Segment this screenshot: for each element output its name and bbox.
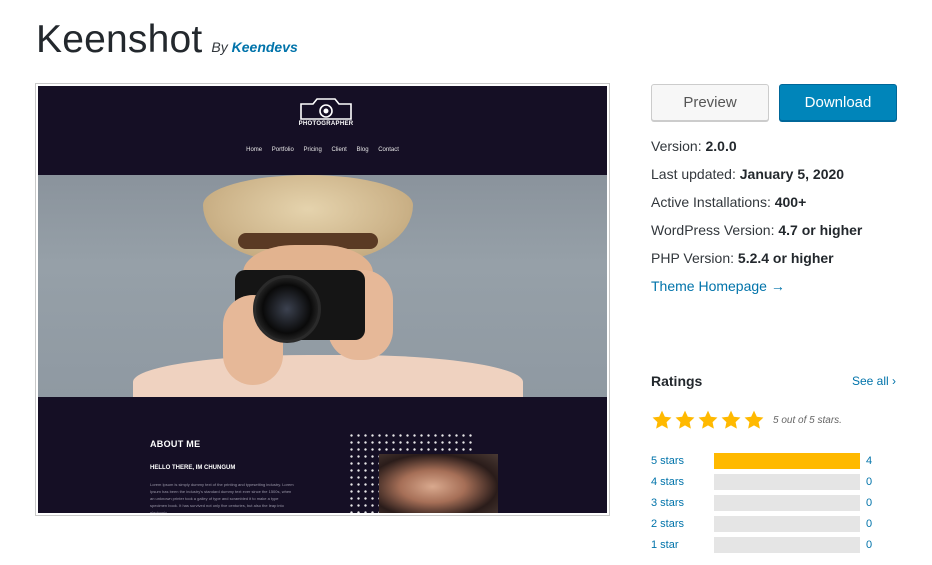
star-rating: 5 out of 5 stars. bbox=[651, 409, 842, 431]
site-nav-item: Portfolio bbox=[271, 147, 294, 153]
site-nav-item: Pricing bbox=[303, 147, 322, 153]
star-filled-icon bbox=[720, 409, 742, 431]
site-nav: Home Portfolio Pricing Client Blog Conta… bbox=[38, 147, 607, 153]
meta-label: Last updated: bbox=[651, 166, 736, 182]
rating-count: 0 bbox=[866, 475, 873, 488]
stars-caption: 5 out of 5 stars. bbox=[773, 414, 842, 426]
star-filled-icon bbox=[697, 409, 719, 431]
about-text: Lorem Ipsum is simply dummy text of the … bbox=[150, 482, 294, 513]
rating-row: 4 stars 0 bbox=[651, 471, 896, 492]
site-nav-item: Blog bbox=[356, 147, 369, 153]
hero-shirt bbox=[133, 355, 523, 397]
rating-bar-fill bbox=[714, 452, 860, 469]
ratings-header: Ratings See all › bbox=[651, 373, 896, 389]
rating-bar bbox=[714, 494, 860, 511]
download-button[interactable]: Download bbox=[779, 84, 897, 121]
hero-camera-lens bbox=[253, 275, 321, 343]
theme-header: Keenshot By Keendevs bbox=[36, 18, 298, 62]
rating-bar bbox=[714, 515, 860, 532]
rating-filter-link[interactable]: 3 stars bbox=[651, 497, 714, 509]
rating-bar bbox=[714, 473, 860, 490]
site-nav-item: Client bbox=[331, 147, 347, 153]
about-title: ABOUT ME bbox=[150, 439, 201, 449]
rating-row: 1 star 0 bbox=[651, 534, 896, 555]
byline-prefix: By bbox=[211, 39, 228, 55]
about-portrait bbox=[379, 454, 498, 513]
rating-count: 0 bbox=[866, 496, 873, 509]
see-all-link[interactable]: See all › bbox=[852, 374, 896, 388]
rating-row: 3 stars 0 bbox=[651, 492, 896, 513]
screenshot-image: PHOTOGRAPHER Home Portfolio Pricing Clie… bbox=[38, 86, 607, 513]
theme-screenshot[interactable]: PHOTOGRAPHER Home Portfolio Pricing Clie… bbox=[35, 83, 610, 516]
star-filled-icon bbox=[651, 409, 673, 431]
logo-text: PHOTOGRAPHER bbox=[298, 121, 354, 127]
hero-photo bbox=[38, 175, 607, 397]
chevron-right-icon: › bbox=[892, 374, 896, 388]
meta-value: 5.2.4 or higher bbox=[737, 250, 834, 266]
meta-last-updated: Last updated: January 5, 2020 bbox=[651, 164, 862, 192]
rating-filter-link[interactable]: 5 stars bbox=[651, 455, 714, 467]
rating-bar bbox=[714, 536, 860, 553]
theme-meta: Version: 2.0.0 Last updated: January 5, … bbox=[651, 136, 862, 304]
meta-value: January 5, 2020 bbox=[739, 166, 845, 182]
meta-homepage: Theme Homepage → bbox=[651, 276, 862, 304]
meta-label: Active Installations: bbox=[651, 194, 771, 210]
site-nav-item: Contact bbox=[378, 147, 399, 153]
theme-title: Keenshot bbox=[36, 18, 203, 61]
byline: By Keendevs bbox=[211, 39, 297, 55]
rating-row: 2 stars 0 bbox=[651, 513, 896, 534]
ratings-breakdown: 5 stars 4 4 stars 0 3 stars 0 2 stars 0 … bbox=[651, 450, 896, 555]
preview-button[interactable]: Preview bbox=[651, 84, 769, 121]
meta-label: Version: bbox=[651, 138, 702, 154]
about-subtitle: HELLO THERE, IM CHUNGUM bbox=[150, 465, 236, 471]
author-link[interactable]: Keendevs bbox=[232, 39, 298, 55]
see-all-label: See all bbox=[851, 374, 889, 388]
meta-value: 2.0.0 bbox=[705, 138, 737, 154]
rating-filter-link[interactable]: 2 stars bbox=[651, 518, 714, 530]
rating-count: 4 bbox=[866, 454, 873, 467]
meta-php-version: PHP Version: 5.2.4 or higher bbox=[651, 248, 862, 276]
meta-version: Version: 2.0.0 bbox=[651, 136, 862, 164]
meta-label: PHP Version: bbox=[651, 250, 735, 266]
meta-value: 4.7 or higher bbox=[778, 222, 863, 238]
theme-actions: Preview Download bbox=[651, 84, 897, 121]
site-header: PHOTOGRAPHER Home Portfolio Pricing Clie… bbox=[38, 86, 607, 175]
camera-logo-icon bbox=[300, 98, 352, 120]
meta-active-installs: Active Installations: 400+ bbox=[651, 192, 862, 220]
rating-filter-link[interactable]: 1 star bbox=[651, 539, 714, 551]
rating-filter-link[interactable]: 4 stars bbox=[651, 476, 714, 488]
site-logo: PHOTOGRAPHER bbox=[296, 98, 356, 127]
rating-count: 0 bbox=[866, 538, 873, 551]
ratings-title: Ratings bbox=[651, 373, 703, 389]
theme-homepage-link[interactable]: Theme Homepage → bbox=[651, 278, 785, 294]
meta-wp-version: WordPress Version: 4.7 or higher bbox=[651, 220, 862, 248]
star-filled-icon bbox=[743, 409, 765, 431]
meta-value: 400+ bbox=[774, 194, 807, 210]
rating-row: 5 stars 4 bbox=[651, 450, 896, 471]
about-section: ABOUT ME HELLO THERE, IM CHUNGUM Lorem I… bbox=[38, 397, 607, 513]
rating-bar bbox=[714, 452, 860, 469]
star-filled-icon bbox=[674, 409, 696, 431]
meta-label: WordPress Version: bbox=[651, 222, 775, 238]
rating-count: 0 bbox=[866, 517, 873, 530]
site-nav-item: Home bbox=[246, 147, 263, 153]
